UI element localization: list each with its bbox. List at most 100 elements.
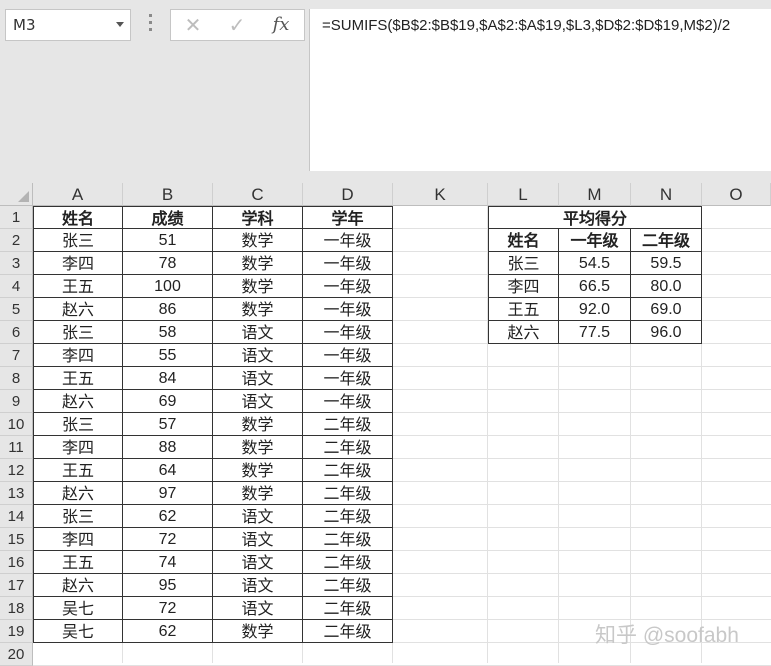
column-header-d[interactable]: D	[303, 183, 393, 206]
summary-cell[interactable]: 赵六	[488, 321, 559, 344]
table-cell[interactable]: 吴七	[33, 597, 123, 620]
table-cell[interactable]: 语文	[213, 528, 303, 551]
table-cell[interactable]: 语文	[213, 321, 303, 344]
table-cell[interactable]: 赵六	[33, 482, 123, 505]
summary-cell[interactable]: 王五	[488, 298, 559, 321]
insert-function-icon[interactable]: fx	[261, 12, 301, 38]
table-cell[interactable]: 数学	[213, 436, 303, 459]
table-cell[interactable]: 赵六	[33, 574, 123, 597]
summary-cell[interactable]: 59.5	[631, 252, 702, 275]
column-header-c[interactable]: C	[213, 183, 303, 206]
table-cell[interactable]: 语文	[213, 505, 303, 528]
table-cell[interactable]: 李四	[33, 252, 123, 275]
row-header-4[interactable]: 4	[0, 275, 33, 298]
table-cell[interactable]: 张三	[33, 321, 123, 344]
table-cell[interactable]: 数学	[213, 482, 303, 505]
table-cell[interactable]: 一年级	[303, 344, 393, 367]
table-cell[interactable]: 72	[123, 597, 213, 620]
summary-cell[interactable]: 96.0	[631, 321, 702, 344]
row-header-17[interactable]: 17	[0, 574, 33, 597]
table-cell[interactable]: 51	[123, 229, 213, 252]
column-header-a[interactable]: A	[33, 183, 123, 206]
table-cell[interactable]: 一年级	[303, 229, 393, 252]
summary-cell[interactable]: 李四	[488, 275, 559, 298]
column-title-1[interactable]: 姓名	[33, 206, 123, 229]
row-header-19[interactable]: 19	[0, 620, 33, 643]
table-cell[interactable]: 一年级	[303, 252, 393, 275]
select-all-corner[interactable]	[0, 183, 33, 206]
column-header-o[interactable]: O	[702, 183, 771, 206]
table-cell[interactable]: 李四	[33, 344, 123, 367]
column-header-n[interactable]: N	[631, 183, 702, 206]
table-cell[interactable]: 二年级	[303, 482, 393, 505]
enter-icon[interactable]: ✓	[217, 12, 257, 38]
column-title-3[interactable]: 学科	[213, 206, 303, 229]
table-cell[interactable]: 97	[123, 482, 213, 505]
table-cell[interactable]: 王五	[33, 551, 123, 574]
row-header-9[interactable]: 9	[0, 390, 33, 413]
chevron-down-icon[interactable]	[116, 22, 124, 27]
cancel-icon[interactable]: ✕	[173, 12, 213, 38]
row-header-5[interactable]: 5	[0, 298, 33, 321]
summary-cell[interactable]: 54.5	[559, 252, 631, 275]
table-cell[interactable]: 74	[123, 551, 213, 574]
table-cell[interactable]: 72	[123, 528, 213, 551]
table-cell[interactable]: 李四	[33, 528, 123, 551]
table-cell[interactable]: 张三	[33, 229, 123, 252]
summary-header-1[interactable]: 姓名	[488, 229, 559, 252]
column-title-2[interactable]: 成绩	[123, 206, 213, 229]
table-cell[interactable]: 语文	[213, 551, 303, 574]
table-cell[interactable]: 69	[123, 390, 213, 413]
table-cell[interactable]: 王五	[33, 275, 123, 298]
row-header-11[interactable]: 11	[0, 436, 33, 459]
table-cell[interactable]: 数学	[213, 275, 303, 298]
row-header-12[interactable]: 12	[0, 459, 33, 482]
table-cell[interactable]: 62	[123, 505, 213, 528]
table-cell[interactable]: 一年级	[303, 298, 393, 321]
table-cell[interactable]: 84	[123, 367, 213, 390]
summary-header-2[interactable]: 一年级	[559, 229, 631, 252]
column-header-l[interactable]: L	[488, 183, 559, 206]
column-title-4[interactable]: 学年	[303, 206, 393, 229]
table-cell[interactable]: 语文	[213, 367, 303, 390]
row-header-18[interactable]: 18	[0, 597, 33, 620]
table-cell[interactable]: 二年级	[303, 597, 393, 620]
column-header-m[interactable]: M	[559, 183, 631, 206]
table-cell[interactable]: 二年级	[303, 505, 393, 528]
table-cell[interactable]: 语文	[213, 597, 303, 620]
table-cell[interactable]: 一年级	[303, 321, 393, 344]
table-cell[interactable]: 二年级	[303, 459, 393, 482]
table-cell[interactable]: 一年级	[303, 390, 393, 413]
row-header-3[interactable]: 3	[0, 252, 33, 275]
table-cell[interactable]: 二年级	[303, 528, 393, 551]
table-cell[interactable]: 58	[123, 321, 213, 344]
table-cell[interactable]: 二年级	[303, 620, 393, 643]
table-cell[interactable]: 语文	[213, 574, 303, 597]
row-header-16[interactable]: 16	[0, 551, 33, 574]
table-cell[interactable]: 78	[123, 252, 213, 275]
table-cell[interactable]: 王五	[33, 367, 123, 390]
column-header-k[interactable]: K	[393, 183, 488, 206]
table-cell[interactable]: 数学	[213, 298, 303, 321]
summary-cell[interactable]: 69.0	[631, 298, 702, 321]
table-cell[interactable]: 88	[123, 436, 213, 459]
summary-title[interactable]: 平均得分	[488, 206, 702, 229]
table-cell[interactable]: 数学	[213, 252, 303, 275]
table-cell[interactable]: 数学	[213, 459, 303, 482]
table-cell[interactable]: 二年级	[303, 413, 393, 436]
table-cell[interactable]: 数学	[213, 413, 303, 436]
table-cell[interactable]: 57	[123, 413, 213, 436]
formula-input[interactable]: =SUMIFS($B$2:$B$19,$A$2:$A$19,$L3,$D$2:$…	[309, 9, 771, 171]
table-cell[interactable]: 一年级	[303, 367, 393, 390]
row-header-15[interactable]: 15	[0, 528, 33, 551]
column-header-b[interactable]: B	[123, 183, 213, 206]
table-cell[interactable]: 张三	[33, 413, 123, 436]
table-cell[interactable]: 62	[123, 620, 213, 643]
name-box[interactable]: M3	[5, 9, 131, 41]
summary-cell[interactable]: 80.0	[631, 275, 702, 298]
row-header-6[interactable]: 6	[0, 321, 33, 344]
drag-handle-icon[interactable]	[149, 14, 153, 35]
table-cell[interactable]: 55	[123, 344, 213, 367]
table-cell[interactable]: 二年级	[303, 436, 393, 459]
table-cell[interactable]: 语文	[213, 344, 303, 367]
